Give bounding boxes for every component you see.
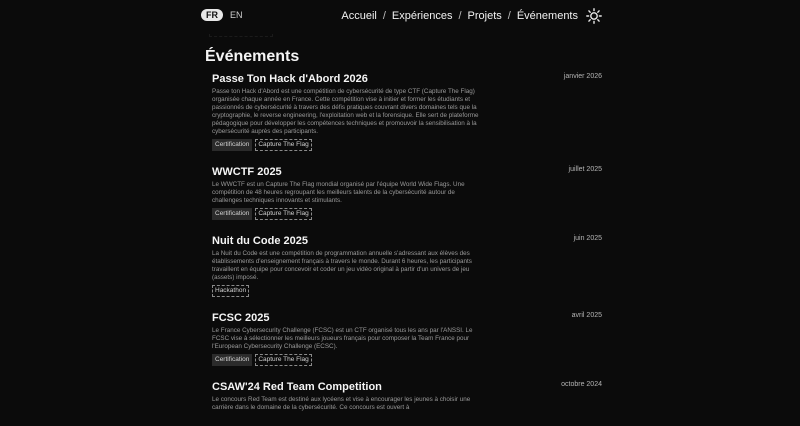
- event-description: Le France Cybersecurity Challenge (FCSC)…: [212, 327, 473, 350]
- event-description: Le concours Red Team est destiné aux lyc…: [212, 396, 471, 411]
- event-tags: Hackathon: [212, 285, 602, 297]
- event-title: CSAW'24 Red Team Competition: [212, 381, 382, 393]
- event-title: Passe Ton Hack d'Abord 2026: [212, 73, 368, 85]
- nav-link-evenements[interactable]: Événements: [517, 10, 578, 22]
- nav-link-accueil[interactable]: Accueil: [341, 10, 376, 22]
- nav-separator: /: [458, 10, 462, 22]
- event-item: Passe Ton Hack d'Abord 2026 janvier 2026…: [212, 72, 602, 151]
- event-date: juillet 2025: [568, 166, 602, 173]
- event-tags: Certification Capture The Flag: [212, 139, 602, 151]
- language-switch: FR EN: [201, 9, 246, 21]
- event-item: FCSC 2025 avril 2025 Le France Cybersecu…: [212, 311, 602, 366]
- lang-fr-button[interactable]: FR: [201, 9, 223, 21]
- event-date: juin 2025: [573, 235, 602, 242]
- events-list: Passe Ton Hack d'Abord 2026 janvier 2026…: [212, 72, 602, 426]
- event-item: CSAW'24 Red Team Competition octobre 202…: [212, 380, 602, 412]
- nav-separator: /: [382, 10, 386, 22]
- event-description: Passe ton Hack d'Abord est une compétiti…: [212, 88, 479, 135]
- lang-en-button[interactable]: EN: [227, 9, 246, 21]
- tag-certification: Certification: [212, 208, 253, 220]
- tag-capture-the-flag: Capture The Flag: [255, 139, 312, 151]
- event-item: Nuit du Code 2025 juin 2025 La Nuit du C…: [212, 234, 602, 297]
- event-date: janvier 2026: [563, 73, 602, 80]
- top-header: FR EN Accueil / Expériences / Projets / …: [0, 0, 800, 34]
- event-title: FCSC 2025: [212, 312, 270, 324]
- event-description: Le WWCTF est un Capture The Flag mondial…: [212, 181, 465, 204]
- event-tags: Certification Capture The Flag: [212, 354, 602, 366]
- tag-hackathon: Hackathon: [212, 285, 250, 297]
- tag-certification: Certification: [212, 139, 253, 151]
- event-title: WWCTF 2025: [212, 166, 282, 178]
- event-item: WWCTF 2025 juillet 2025 Le WWCTF est un …: [212, 165, 602, 220]
- event-date: octobre 2024: [561, 381, 602, 388]
- event-date: avril 2025: [571, 312, 602, 319]
- nav-link-experiences[interactable]: Expériences: [392, 10, 453, 22]
- tag-certification: Certification: [212, 354, 253, 366]
- event-title: Nuit du Code 2025: [212, 235, 308, 247]
- section-title: Événements: [205, 48, 300, 65]
- sun-icon[interactable]: [586, 8, 602, 24]
- event-description: La Nuit du Code est une compétition de p…: [212, 250, 472, 281]
- nav-link-projets[interactable]: Projets: [468, 10, 502, 22]
- tag-capture-the-flag: Capture The Flag: [255, 208, 312, 220]
- nav-separator: /: [507, 10, 511, 22]
- event-tags: Certification Capture The Flag: [212, 208, 602, 220]
- tag-capture-the-flag: Capture The Flag: [255, 354, 312, 366]
- main-nav: Accueil / Expériences / Projets / Événem…: [341, 10, 578, 22]
